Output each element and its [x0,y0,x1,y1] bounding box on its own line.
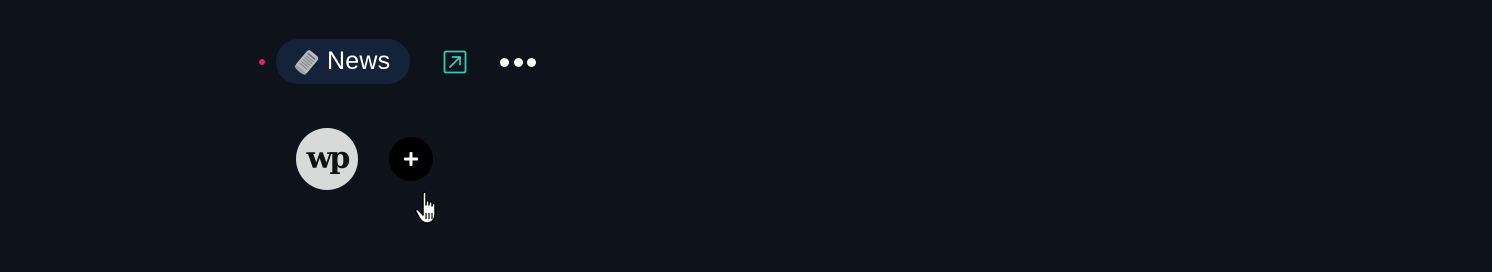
ellipsis-dot [513,57,523,67]
source-avatar-washington-post[interactable]: wp [296,128,358,190]
tab-news[interactable]: News [276,39,410,84]
ellipsis-dot [527,57,536,67]
active-indicator-dot [259,59,265,65]
open-external-icon[interactable] [443,50,467,74]
washington-post-logo: wp [306,140,351,176]
more-options-button[interactable] [500,56,536,68]
rolled-newspaper-icon [294,49,319,75]
plus-icon [404,152,418,166]
ellipsis-dot [500,57,509,67]
add-source-button[interactable] [389,137,433,181]
tab-label: News [327,47,391,75]
hand-pointer-cursor-icon [414,191,436,224]
